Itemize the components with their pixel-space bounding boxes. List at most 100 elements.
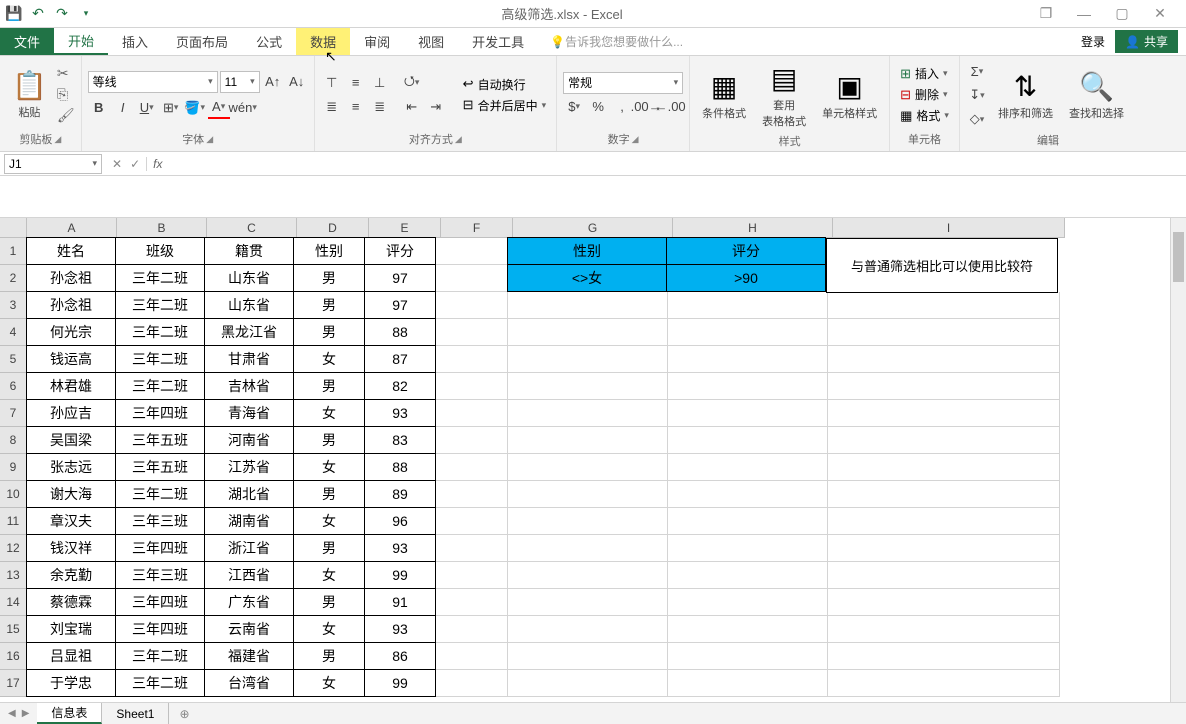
empty-cell[interactable]: [668, 346, 828, 373]
empty-cell[interactable]: [668, 427, 828, 454]
wrap-text-button[interactable]: ↩自动换行: [459, 75, 550, 94]
column-header[interactable]: F: [441, 218, 513, 238]
column-header[interactable]: A: [27, 218, 117, 238]
data-cell[interactable]: 83: [364, 426, 436, 454]
empty-cell[interactable]: [436, 535, 508, 562]
empty-cell[interactable]: [828, 562, 1060, 589]
data-cell[interactable]: 女: [293, 345, 365, 373]
data-cell[interactable]: 88: [364, 453, 436, 481]
empty-cell[interactable]: [668, 589, 828, 616]
tab-file[interactable]: 文件: [0, 28, 54, 55]
empty-cell[interactable]: [828, 373, 1060, 400]
empty-cell[interactable]: [668, 535, 828, 562]
row-header[interactable]: 11: [0, 508, 27, 535]
empty-cell[interactable]: [508, 319, 668, 346]
data-cell[interactable]: 三年三班: [115, 561, 205, 589]
empty-cell[interactable]: [668, 508, 828, 535]
align-bottom-icon[interactable]: ⊥: [369, 72, 391, 94]
column-header[interactable]: C: [207, 218, 297, 238]
empty-cell[interactable]: [828, 508, 1060, 535]
align-middle-icon[interactable]: ≡: [345, 72, 367, 94]
table-format-button[interactable]: ▤套用 表格格式: [756, 60, 812, 131]
empty-cell[interactable]: [828, 400, 1060, 427]
data-cell[interactable]: 三年五班: [115, 453, 205, 481]
cell-style-button[interactable]: ▣单元格样式: [816, 68, 883, 123]
qat-customize-icon[interactable]: ▾: [76, 4, 96, 24]
data-cell[interactable]: 三年二班: [115, 372, 205, 400]
select-all-button[interactable]: [0, 218, 27, 238]
data-cell[interactable]: 评分: [364, 237, 436, 265]
data-cell[interactable]: 男: [293, 588, 365, 616]
empty-cell[interactable]: [436, 319, 508, 346]
share-button[interactable]: 👤 共享: [1115, 30, 1178, 53]
empty-cell[interactable]: [508, 400, 668, 427]
empty-cell[interactable]: [436, 454, 508, 481]
delete-cells-button[interactable]: ⊟删除▾: [896, 85, 953, 104]
font-name-select[interactable]: 等线▾: [88, 71, 218, 93]
tab-insert[interactable]: 插入: [108, 28, 162, 55]
empty-cell[interactable]: [828, 292, 1060, 319]
number-launcher-icon[interactable]: ◢: [632, 134, 639, 145]
data-cell[interactable]: 男: [293, 480, 365, 508]
data-cell[interactable]: 蔡德霖: [26, 588, 116, 616]
data-cell[interactable]: 广东省: [204, 588, 294, 616]
data-cell[interactable]: 93: [364, 534, 436, 562]
data-cell[interactable]: 三年四班: [115, 588, 205, 616]
border-button[interactable]: ⊞ ▾: [160, 97, 182, 119]
data-cell[interactable]: 余克勤: [26, 561, 116, 589]
row-header[interactable]: 15: [0, 616, 27, 643]
data-cell[interactable]: 江西省: [204, 561, 294, 589]
empty-cell[interactable]: [508, 454, 668, 481]
decrease-indent-icon[interactable]: ⇤: [401, 96, 423, 118]
empty-cell[interactable]: [508, 670, 668, 697]
align-center-icon[interactable]: ≡: [345, 96, 367, 118]
data-cell[interactable]: 93: [364, 615, 436, 643]
empty-cell[interactable]: [436, 265, 508, 292]
empty-cell[interactable]: [668, 616, 828, 643]
row-header[interactable]: 3: [0, 292, 27, 319]
data-cell[interactable]: 82: [364, 372, 436, 400]
close-button[interactable]: ✕: [1142, 4, 1178, 24]
empty-cell[interactable]: [668, 373, 828, 400]
insert-cells-button[interactable]: ⊞插入▾: [896, 64, 953, 83]
empty-cell[interactable]: [436, 481, 508, 508]
empty-cell[interactable]: [668, 670, 828, 697]
data-cell[interactable]: 山东省: [204, 264, 294, 292]
data-cell[interactable]: 钱汉祥: [26, 534, 116, 562]
data-cell[interactable]: 姓名: [26, 237, 116, 265]
data-cell[interactable]: 女: [293, 453, 365, 481]
data-cell[interactable]: 班级: [115, 237, 205, 265]
increase-indent-icon[interactable]: ⇥: [425, 96, 447, 118]
data-cell[interactable]: 男: [293, 642, 365, 670]
data-cell[interactable]: 89: [364, 480, 436, 508]
data-cell[interactable]: 男: [293, 291, 365, 319]
data-cell[interactable]: 三年二班: [115, 642, 205, 670]
sort-filter-button[interactable]: ⇅排序和筛选: [992, 68, 1059, 123]
paste-button[interactable]: 📋 粘贴: [6, 67, 53, 122]
minimize-button[interactable]: —: [1066, 4, 1102, 24]
empty-cell[interactable]: [508, 373, 668, 400]
criteria-header[interactable]: 性别: [507, 237, 667, 265]
row-header[interactable]: 10: [0, 481, 27, 508]
align-right-icon[interactable]: ≣: [369, 96, 391, 118]
data-cell[interactable]: 吴国梁: [26, 426, 116, 454]
empty-cell[interactable]: [828, 670, 1060, 697]
empty-cell[interactable]: [828, 535, 1060, 562]
empty-cell[interactable]: [668, 319, 828, 346]
tab-formulas[interactable]: 公式: [242, 28, 296, 55]
save-icon[interactable]: 💾: [4, 4, 24, 24]
empty-cell[interactable]: [508, 508, 668, 535]
tab-data[interactable]: 数据: [296, 28, 350, 55]
add-sheet-button[interactable]: ⊕: [169, 707, 199, 721]
data-cell[interactable]: 吉林省: [204, 372, 294, 400]
empty-cell[interactable]: [508, 643, 668, 670]
ribbon-options-icon[interactable]: ❐: [1028, 4, 1064, 24]
format-painter-icon[interactable]: 🖌: [57, 107, 75, 124]
data-cell[interactable]: 谢大海: [26, 480, 116, 508]
empty-cell[interactable]: [828, 589, 1060, 616]
empty-cell[interactable]: [508, 481, 668, 508]
data-cell[interactable]: 女: [293, 669, 365, 697]
font-size-select[interactable]: 11▾: [220, 71, 260, 93]
scroll-thumb[interactable]: [1173, 232, 1184, 282]
confirm-formula-icon[interactable]: ✓: [130, 157, 140, 171]
